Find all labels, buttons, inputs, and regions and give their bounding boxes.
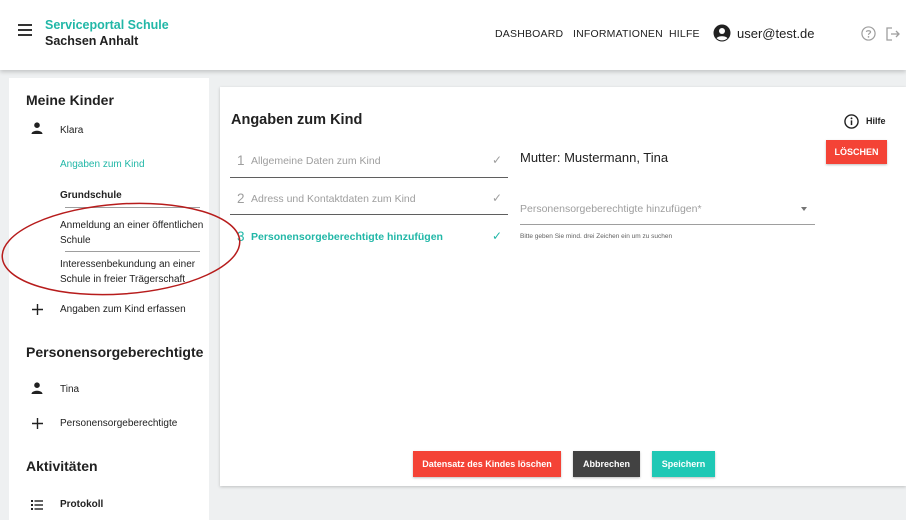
divider [65, 207, 200, 208]
plus-icon [32, 418, 43, 429]
account-icon[interactable] [713, 24, 731, 42]
step-general-data[interactable]: 1 Allgemeine Daten zum Kind ✓ [220, 153, 510, 183]
info-icon [844, 114, 859, 129]
nav-dashboard[interactable]: DASHBOARD [495, 28, 563, 40]
sidebar-item-protocol[interactable]: Protokoll [60, 499, 103, 510]
guardian-search-select[interactable]: Personensorgeberechtigte hinzufügen* [520, 194, 815, 225]
check-icon: ✓ [492, 229, 503, 243]
sidebar-heading-activities: Aktivitäten [26, 458, 98, 474]
step-label: Allgemeine Daten zum Kind [251, 155, 381, 167]
sidebar-item-add-guardian[interactable]: Personensorgeberechtigte [60, 418, 177, 429]
step-number: 2 [237, 191, 245, 206]
sidebar-item-child-details[interactable]: Angaben zum Kind [60, 159, 145, 170]
help-link[interactable]: Hilfe [844, 114, 886, 134]
select-placeholder: Personensorgeberechtigte hinzufügen* [520, 203, 702, 215]
step-address-contact[interactable]: 2 Adress und Kontaktdaten zum Kind ✓ [220, 191, 510, 221]
sidebar-item-school-type[interactable]: Grundschule [60, 190, 122, 201]
nav-informationen[interactable]: INFORMATIONEN [573, 28, 663, 40]
check-icon: ✓ [492, 191, 503, 205]
step-label: Adress und Kontaktdaten zum Kind [251, 193, 416, 205]
help-label: Hilfe [866, 116, 886, 126]
select-hint: Bitte geben Sie mind. drei Zeichen ein u… [520, 233, 673, 240]
person-icon [31, 382, 43, 394]
sidebar-item-add-child[interactable]: Angaben zum Kind erfassen [60, 304, 186, 315]
page-title: Angaben zum Kind [231, 112, 363, 128]
step-divider [230, 214, 508, 215]
guardian-entry: Mutter: Mustermann, Tina [520, 150, 669, 165]
user-email[interactable]: user@test.de [737, 26, 815, 41]
save-button[interactable]: Speichern [652, 451, 715, 477]
help-circle-icon[interactable] [861, 26, 876, 41]
person-icon [31, 122, 43, 134]
sidebar-item-guardian[interactable]: Tina [60, 384, 79, 395]
child-details-card: Angaben zum Kind 1 Allgemeine Daten zum … [220, 87, 906, 486]
divider [65, 251, 200, 252]
sidebar: Meine Kinder Klara Angaben zum Kind Grun… [9, 78, 209, 520]
step-label: Personensorgeberechtigte hinzufügen [251, 231, 443, 243]
option1-line1: Anmeldung an einer öffentlichen [60, 220, 204, 231]
nav-hilfe[interactable]: HILFE [669, 28, 700, 40]
dropdown-arrow-icon[interactable] [801, 207, 807, 211]
option2-line1: Interessenbekundung an einer [60, 259, 196, 270]
sidebar-item-child[interactable]: Klara [60, 125, 83, 136]
step-number: 3 [237, 229, 245, 244]
delete-guardian-button[interactable]: LÖSCHEN [826, 140, 887, 164]
list-icon [31, 500, 43, 510]
cancel-button[interactable]: Abbrechen [573, 451, 640, 477]
sidebar-item-public-school[interactable]: Anmeldung an einer öffentlichen Schule [60, 218, 203, 248]
top-bar: Serviceportal Schule Sachsen Anhalt DASH… [0, 0, 906, 70]
sidebar-item-free-school[interactable]: Interessenbekundung an einer Schule in f… [60, 257, 195, 287]
brand-subtitle: Sachsen Anhalt [45, 34, 139, 48]
logout-icon[interactable] [885, 26, 901, 42]
brand-title[interactable]: Serviceportal Schule [45, 18, 169, 32]
option1-line2: Schule [60, 235, 91, 246]
step-guardians[interactable]: 3 Personensorgeberechtigte hinzufügen ✓ [220, 229, 510, 259]
menu-icon[interactable] [18, 24, 32, 36]
sidebar-heading-guardians: Personensorgeberechtigte [26, 344, 204, 360]
sidebar-heading-children: Meine Kinder [26, 92, 114, 108]
delete-child-record-button[interactable]: Datensatz des Kindes löschen [413, 451, 561, 477]
plus-icon [32, 304, 43, 315]
step-divider [230, 177, 508, 178]
step-number: 1 [237, 153, 245, 168]
option2-line2: Schule in freier Trägerschaft [60, 274, 186, 285]
check-icon: ✓ [492, 153, 503, 167]
